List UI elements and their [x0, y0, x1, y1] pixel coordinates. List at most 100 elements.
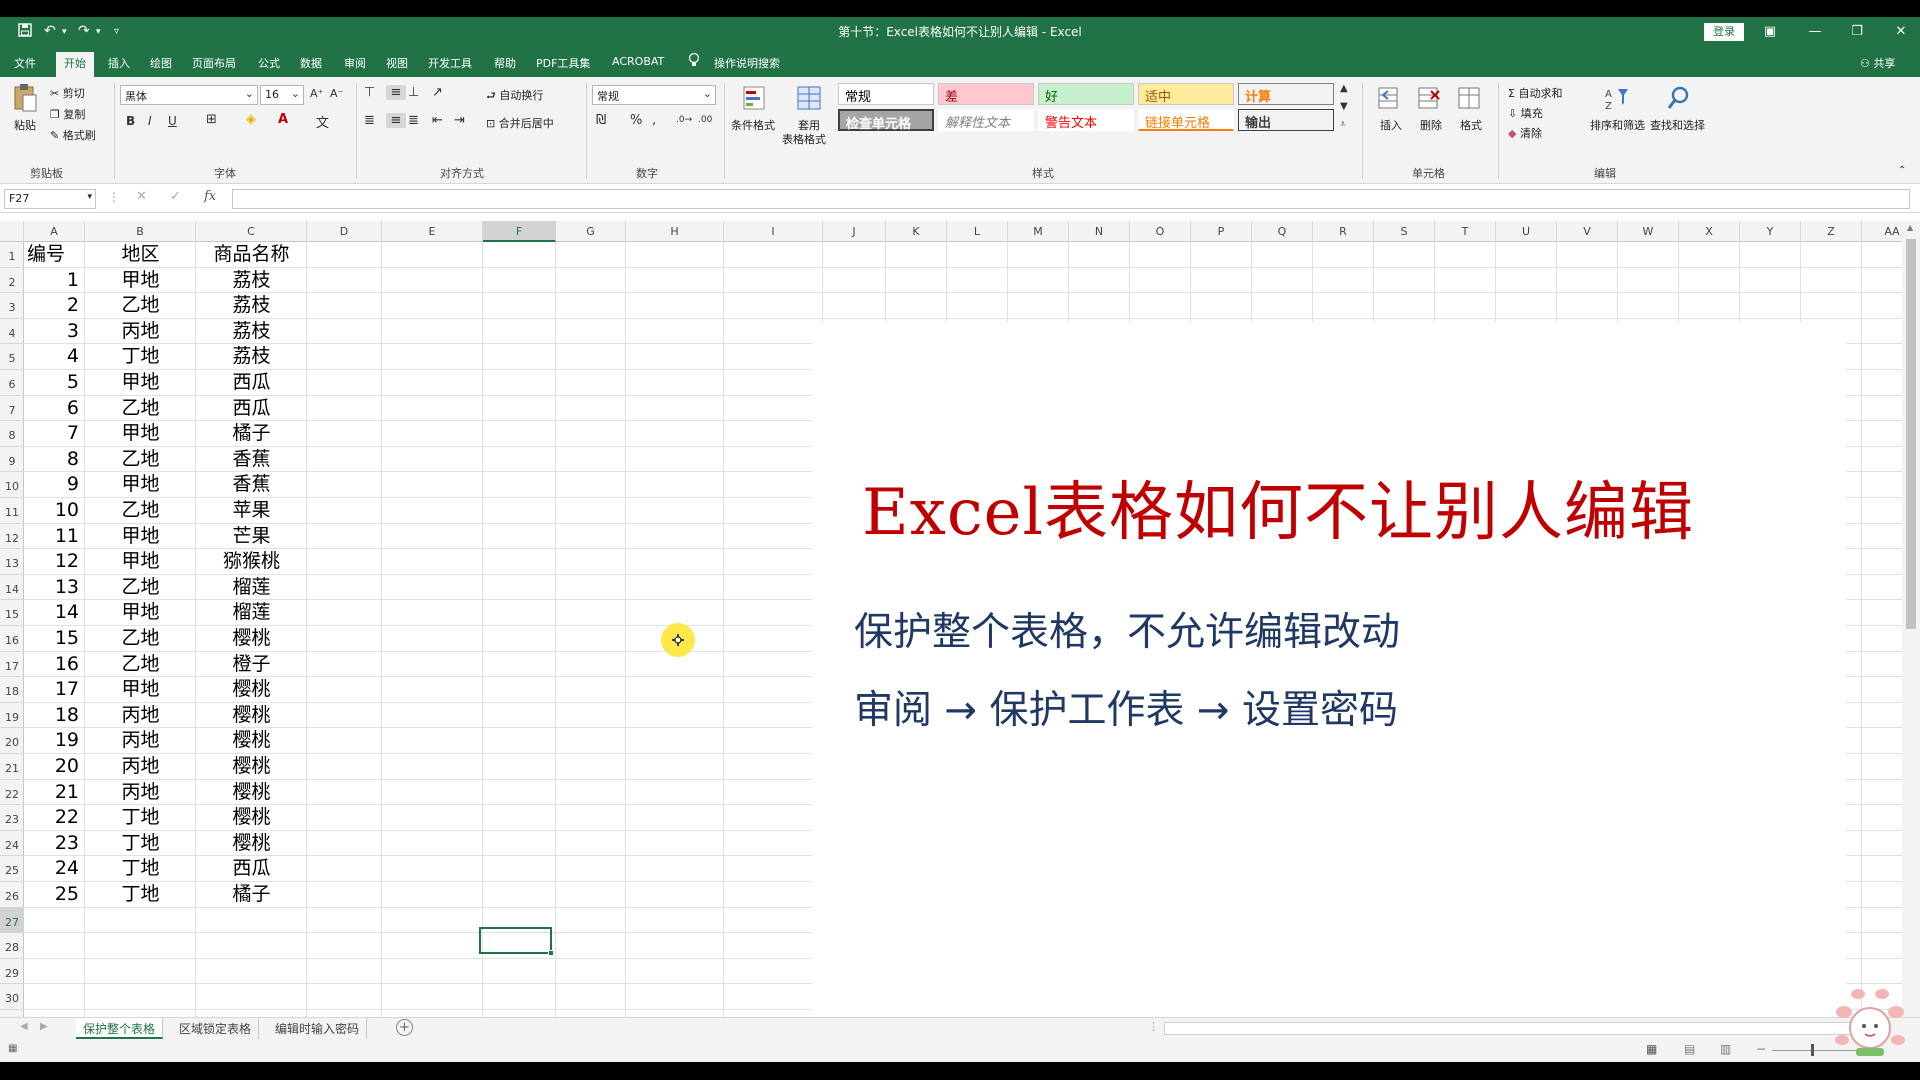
bold-button[interactable]: B	[126, 114, 135, 128]
cell-id[interactable]: 24	[24, 856, 85, 882]
font-size-select[interactable]: 16 ⌄	[260, 85, 304, 105]
cell-region[interactable]: 丁地	[85, 882, 196, 908]
gallery-up-icon[interactable]: ▲	[1340, 83, 1348, 94]
align-middle-icon[interactable]: ≡	[386, 85, 406, 100]
cell-id[interactable]: 18	[24, 703, 85, 729]
restore-button[interactable]: ❐	[1842, 21, 1872, 43]
underline-button[interactable]: U	[168, 114, 177, 128]
tab-data[interactable]: 数据	[300, 55, 322, 71]
style-good[interactable]: 好	[1038, 83, 1134, 105]
row-header[interactable]: 6	[0, 370, 24, 396]
row-header[interactable]: 3	[0, 293, 24, 319]
align-left-icon[interactable]: ≣	[364, 113, 375, 128]
scroll-up-icon[interactable]: ▲	[1907, 223, 1913, 232]
prev-sheet-icon[interactable]: ◀	[20, 1021, 28, 1032]
column-header[interactable]: S	[1374, 221, 1435, 242]
header-cell-id[interactable]: 编号	[24, 242, 85, 268]
align-top-icon[interactable]: ⊤	[364, 85, 375, 100]
comma-icon[interactable]: ,	[652, 113, 656, 128]
sheet-tab-protect-whole[interactable]: 保护整个表格	[76, 1018, 164, 1039]
cell-product[interactable]: 樱桃	[196, 728, 307, 754]
scroll-thumb[interactable]	[1906, 239, 1916, 629]
format-cells-icon[interactable]	[1456, 85, 1482, 113]
column-header[interactable]: Q	[1252, 221, 1313, 242]
tab-draw[interactable]: 绘图	[150, 55, 172, 71]
column-header[interactable]: J	[823, 221, 886, 242]
cell-product[interactable]: 苹果	[196, 498, 307, 524]
row-header[interactable]: 19	[0, 703, 24, 729]
cell-id[interactable]: 14	[24, 600, 85, 626]
column-header[interactable]: G	[556, 221, 626, 242]
header-cell-region[interactable]: 地区	[85, 242, 196, 268]
cell-id[interactable]: 21	[24, 780, 85, 806]
cell-region[interactable]: 乙地	[85, 447, 196, 473]
cell-region[interactable]: 丁地	[85, 805, 196, 831]
cell-product[interactable]: 香蕉	[196, 447, 307, 473]
cell-region[interactable]: 丙地	[85, 728, 196, 754]
fill-color-icon[interactable]: ◈	[246, 112, 256, 127]
cell-product[interactable]: 樱桃	[196, 805, 307, 831]
sort-filter-icon[interactable]: AZ	[1604, 85, 1630, 113]
style-calculation[interactable]: 计算	[1238, 83, 1334, 105]
cell-id[interactable]: 12	[24, 549, 85, 575]
cell-product[interactable]: 樱桃	[196, 780, 307, 806]
align-bottom-icon[interactable]: ⊥	[408, 85, 419, 100]
decrease-decimal-icon[interactable]: .00	[698, 115, 712, 125]
delete-cells-button[interactable]: 删除	[1420, 117, 1442, 133]
add-sheet-icon[interactable]: +	[396, 1019, 413, 1036]
tab-formulas[interactable]: 公式	[258, 55, 280, 71]
tab-insert[interactable]: 插入	[108, 55, 130, 71]
gallery-down-icon[interactable]: ▼	[1340, 101, 1348, 112]
row-header[interactable]: 18	[0, 677, 24, 703]
cell-id[interactable]: 9	[24, 472, 85, 498]
cell-region[interactable]: 乙地	[85, 498, 196, 524]
cell-product[interactable]: 香蕉	[196, 472, 307, 498]
cell-id[interactable]: 22	[24, 805, 85, 831]
style-linked-cell[interactable]: 链接单元格	[1138, 109, 1234, 131]
select-all-corner[interactable]	[0, 221, 24, 242]
cell-region[interactable]: 丁地	[85, 856, 196, 882]
format-painter-button[interactable]: ✎ 格式刷	[50, 127, 96, 143]
column-header[interactable]: E	[382, 221, 483, 242]
splitter-icon[interactable]: ⋮	[1148, 1020, 1159, 1033]
cell-product[interactable]: 荔枝	[196, 319, 307, 345]
row-header[interactable]: 8	[0, 421, 24, 447]
row-header[interactable]: 13	[0, 549, 24, 575]
font-name-select[interactable]: 黑体 ⌄	[120, 85, 258, 105]
column-header[interactable]: C	[196, 221, 307, 242]
increase-indent-icon[interactable]: ⇥	[454, 113, 465, 128]
decrease-indent-icon[interactable]: ⇤	[432, 113, 443, 128]
conditional-format-button[interactable]: 条件格式	[731, 117, 775, 133]
cell-product[interactable]: 荔枝	[196, 268, 307, 294]
ribbon-display-icon[interactable]: ▣	[1755, 21, 1785, 43]
decrease-font-icon[interactable]: A⁻	[330, 87, 343, 100]
cell-id[interactable]: 20	[24, 754, 85, 780]
active-cell[interactable]	[479, 927, 552, 954]
cell-region[interactable]: 乙地	[85, 396, 196, 422]
cell-region[interactable]: 乙地	[85, 293, 196, 319]
share-button[interactable]: ⚇ 共享	[1860, 55, 1895, 71]
cell-product[interactable]: 橙子	[196, 652, 307, 678]
row-header[interactable]: 12	[0, 524, 24, 550]
cell-id[interactable]: 13	[24, 575, 85, 601]
accounting-icon[interactable]: ₪	[596, 113, 606, 128]
fill-button[interactable]: ⇩ 填充	[1508, 105, 1543, 121]
cell-region[interactable]: 甲地	[85, 472, 196, 498]
cell-region[interactable]: 丙地	[85, 780, 196, 806]
row-header[interactable]: 26	[0, 882, 24, 908]
cut-button[interactable]: ✂ 剪切	[50, 85, 85, 101]
table-format-line2[interactable]: 表格格式	[782, 131, 826, 147]
cell-product[interactable]: 芒果	[196, 524, 307, 550]
style-warning[interactable]: 警告文本	[1038, 109, 1134, 131]
cell-id[interactable]: 15	[24, 626, 85, 652]
wrap-text-button[interactable]: ⮐ 自动换行	[486, 87, 543, 106]
sheet-tab-edit-password[interactable]: 编辑时输入密码	[268, 1018, 368, 1039]
row-header[interactable]: 29	[0, 959, 24, 985]
cell-region[interactable]: 甲地	[85, 677, 196, 703]
row-header[interactable]: 28	[0, 933, 24, 959]
row-header[interactable]: 14	[0, 575, 24, 601]
cell-region[interactable]: 甲地	[85, 370, 196, 396]
column-header[interactable]: A	[24, 221, 85, 242]
column-header[interactable]: W	[1618, 221, 1679, 242]
column-header[interactable]: N	[1069, 221, 1130, 242]
